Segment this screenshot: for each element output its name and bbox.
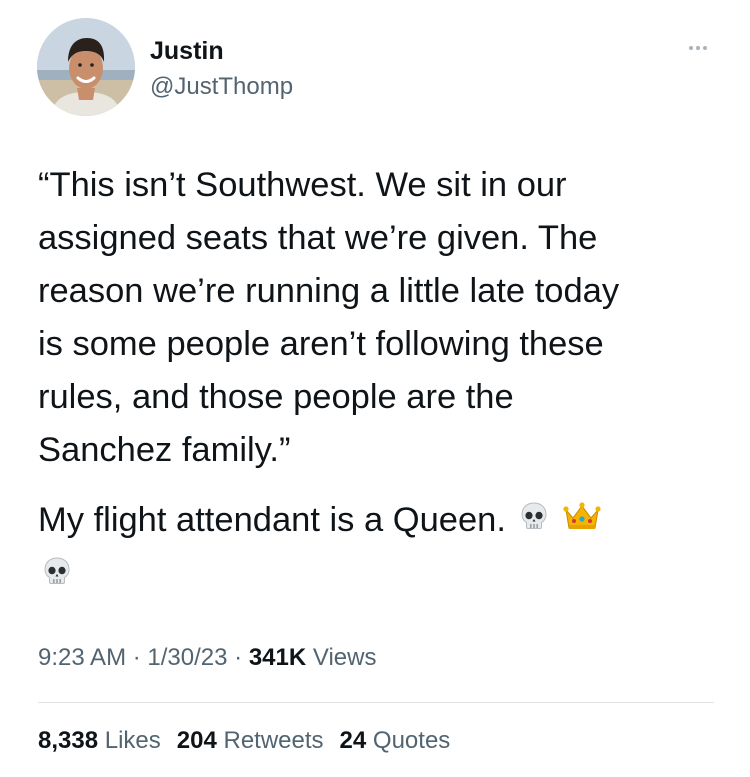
tweet-quote: “This isn’t Southwest. We sit in our ass…: [38, 159, 738, 477]
quotes-count: 24: [339, 727, 367, 754]
quotes-stat[interactable]: 24 Quotes: [340, 724, 451, 758]
tweet-meta: 9:23 AM · 1/30/23 · 341K Views: [38, 641, 376, 675]
avatar[interactable]: [37, 18, 135, 116]
tweet-date[interactable]: 1/30/23: [147, 644, 227, 671]
divider: [38, 702, 714, 703]
more-icon[interactable]: [680, 38, 716, 58]
tweet-line: rules, and those people are the: [38, 378, 514, 416]
tweet-comment: My flight attendant is a Queen.: [38, 494, 738, 548]
likes-stat[interactable]: 8,338 Likes: [38, 724, 161, 758]
author-name[interactable]: Justin: [150, 36, 224, 66]
views-label: Views: [312, 644, 377, 671]
tweet-line: reason we’re running a little late today: [38, 272, 620, 310]
meta-separator: ·: [132, 644, 141, 671]
likes-count: 8,338: [38, 727, 99, 754]
likes-label: Likes: [104, 727, 161, 754]
tweet-time[interactable]: 9:23 AM: [38, 644, 126, 671]
retweets-label: Retweets: [223, 727, 324, 754]
tweet-line: is some people aren’t following these: [38, 325, 604, 363]
retweets-stat[interactable]: 204 Retweets: [177, 724, 324, 758]
views-count: 341K: [248, 644, 307, 671]
meta-separator: ·: [234, 644, 243, 671]
tweet-comment-text: My flight attendant is a Queen.: [38, 501, 506, 539]
skull-emoji: [518, 495, 550, 548]
retweets-count: 204: [176, 727, 217, 754]
engagement-stats: 8,338 Likes 204 Retweets 24 Quotes: [38, 724, 450, 758]
crown-emoji: [562, 495, 602, 548]
author-handle[interactable]: @JustThomp: [150, 72, 293, 102]
tweet-line: assigned seats that we’re given. The: [38, 219, 598, 257]
tweet-card: Justin @JustThomp “This isn’t Southwest.…: [0, 0, 750, 777]
skull-emoji: [41, 555, 73, 592]
tweet-line: Sanchez family.”: [38, 431, 291, 469]
quotes-label: Quotes: [372, 727, 451, 754]
tweet-line: “This isn’t Southwest. We sit in our: [38, 166, 567, 204]
